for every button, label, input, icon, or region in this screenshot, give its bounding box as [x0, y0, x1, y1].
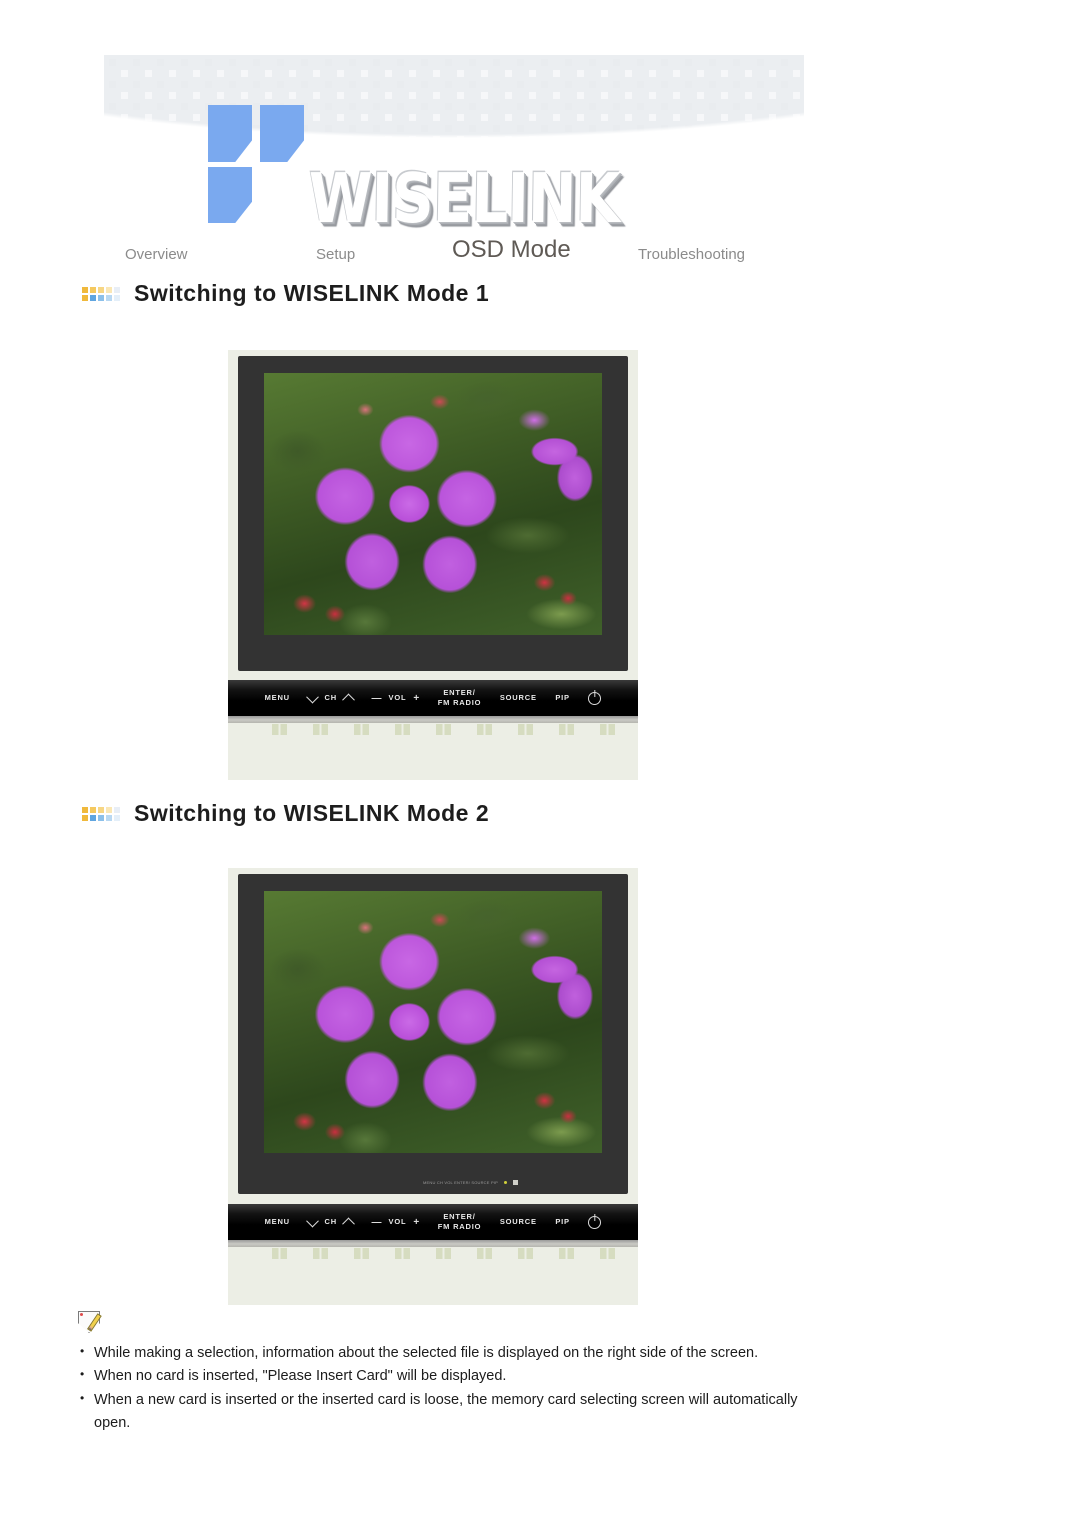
flower-photo-image: [264, 891, 602, 1153]
note-pencil-icon: [78, 1310, 104, 1336]
plus-icon[interactable]: +: [413, 693, 419, 704]
section-title-text: Switching to WISELINK Mode 2: [134, 800, 490, 826]
monitor-bezel: [238, 356, 628, 671]
enter-fm-radio-button[interactable]: ENTER/ FM RADIO: [438, 688, 481, 708]
monitor-screen: [264, 891, 602, 1153]
section-heading-mode-2: Switching to WISELINK Mode 2: [82, 800, 489, 827]
control-bar-lip: [228, 716, 638, 723]
tab-troubleshooting[interactable]: Troubleshooting: [638, 246, 745, 263]
power-icon[interactable]: [588, 691, 602, 705]
volume-buttons[interactable]: — VOL +: [372, 1217, 420, 1228]
control-panel: MENU CH — VOL + ENTER/ FM RADIO SOURCE P…: [228, 680, 638, 737]
ch-label: CH: [324, 1216, 337, 1226]
volume-buttons[interactable]: — VOL +: [372, 693, 420, 704]
vol-label: VOL: [388, 692, 407, 702]
source-button[interactable]: SOURCE: [500, 1217, 537, 1227]
mini-indicator-dot-icon: [504, 1180, 507, 1184]
wiselink-wordmark: WISELINK: [307, 158, 621, 239]
monitor-bezel: MENU CH VOL ENTER/ SOURCE PIP: [238, 874, 628, 1194]
section-title-text: Switching to WISELINK Mode 1: [134, 280, 490, 306]
enter-line-2: FM RADIO: [437, 1222, 482, 1231]
pip-button[interactable]: PIP: [555, 1217, 570, 1227]
section-nav: Overview Setup OSD Mode Troubleshooting: [0, 236, 1080, 272]
mini-indicator-square-icon: [513, 1179, 518, 1185]
minus-icon[interactable]: —: [372, 693, 382, 704]
note-item: While making a selection, information ab…: [78, 1342, 818, 1365]
tab-overview[interactable]: Overview: [125, 246, 188, 263]
control-button-bar: MENU CH — VOL + ENTER/ FM RADIO SOURCE P…: [228, 1204, 638, 1240]
mini-strip-text: MENU CH VOL ENTER/ SOURCE PIP: [423, 1179, 498, 1185]
vol-label: VOL: [388, 1216, 407, 1226]
onscreen-control-hint-strip: MENU CH VOL ENTER/ SOURCE PIP: [423, 1176, 613, 1188]
color-grid-bullet-icon: [82, 806, 120, 821]
flower-photo-image: [264, 373, 602, 635]
control-panel: MENU CH — VOL + ENTER/ FM RADIO SOURCE P…: [228, 1204, 638, 1261]
control-button-bar: MENU CH — VOL + ENTER/ FM RADIO SOURCE P…: [228, 680, 638, 716]
minus-icon[interactable]: —: [372, 1217, 382, 1228]
physical-button-stubs: [228, 723, 638, 737]
monitor-screen: [264, 373, 602, 635]
wiselink-logo-banner: WISELINK: [104, 55, 804, 238]
note-item: When a new card is inserted or the inser…: [78, 1389, 818, 1436]
source-button[interactable]: SOURCE: [500, 693, 537, 703]
chevron-down-icon[interactable]: [306, 1214, 320, 1227]
tab-osd-mode[interactable]: OSD Mode: [452, 236, 571, 264]
chevron-up-icon[interactable]: [342, 1217, 355, 1230]
enter-line-1: ENTER/: [443, 687, 476, 697]
logo-mark-shape-1: [208, 105, 252, 162]
channel-buttons[interactable]: CH: [306, 690, 355, 706]
chevron-down-icon[interactable]: [306, 690, 320, 703]
logo-mark-shape-2: [260, 105, 304, 162]
plus-icon[interactable]: +: [413, 1217, 419, 1228]
ch-label: CH: [324, 692, 337, 702]
monitor-wiselink-mode-1: MENU CH — VOL + ENTER/ FM RADIO SOURCE P…: [228, 350, 638, 780]
enter-line-2: FM RADIO: [437, 698, 482, 707]
note-item: When no card is inserted, "Please Insert…: [78, 1365, 818, 1388]
physical-button-stubs: [228, 1247, 638, 1261]
power-icon[interactable]: [588, 1215, 602, 1229]
control-bar-lip: [228, 1240, 638, 1247]
menu-button[interactable]: MENU: [265, 693, 290, 703]
enter-fm-radio-button[interactable]: ENTER/ FM RADIO: [438, 1212, 481, 1232]
menu-button[interactable]: MENU: [265, 1217, 290, 1227]
pip-button[interactable]: PIP: [555, 693, 570, 703]
enter-line-1: ENTER/: [443, 1211, 476, 1221]
wiselink-logo-mark-icon: [208, 105, 316, 223]
color-grid-bullet-icon: [82, 286, 120, 301]
monitor-wiselink-mode-2: MENU CH VOL ENTER/ SOURCE PIP MENU CH — …: [228, 868, 638, 1305]
tab-setup[interactable]: Setup: [316, 246, 355, 263]
chevron-up-icon[interactable]: [342, 693, 355, 706]
channel-buttons[interactable]: CH: [306, 1214, 355, 1230]
notes-block: While making a selection, information ab…: [78, 1310, 818, 1436]
section-heading-mode-1: Switching to WISELINK Mode 1: [82, 280, 489, 307]
logo-mark-shape-3: [208, 167, 252, 223]
